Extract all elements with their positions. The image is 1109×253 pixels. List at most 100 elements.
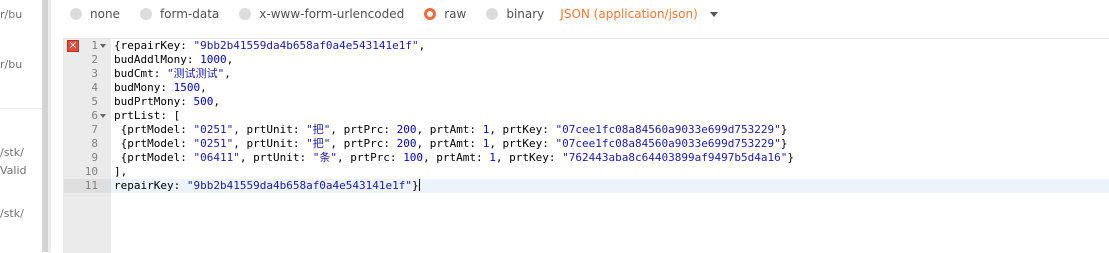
code-token: , prtKey: xyxy=(489,123,556,136)
line-number: 3 xyxy=(91,67,98,80)
code-text: budMony: 1500, xyxy=(114,81,207,95)
code-token: 1 xyxy=(489,151,496,164)
code-token: , xyxy=(418,39,426,52)
code-text: {prtModel: "0251", prtUnit: "把", prtPrc:… xyxy=(114,137,788,151)
code-line[interactable]: 8 {prtModel: "0251", prtUnit: "把", prtPr… xyxy=(64,137,1109,151)
code-text: prtList: [ xyxy=(114,109,180,123)
sidebar-fragment[interactable]: r/bu xyxy=(0,58,22,71)
code-token: 1500 xyxy=(173,81,201,94)
code-text: repairKey: "9bb2b41559da4b658af0a4e54314… xyxy=(114,179,420,193)
sidebar-divider xyxy=(0,108,42,109)
code-token: , prtAmt: xyxy=(416,137,483,150)
code-token: budCmt: xyxy=(114,67,167,80)
code-token: } xyxy=(787,151,794,164)
code-token: "9bb2b41559da4b658af0a4e543141e1f" xyxy=(186,179,413,192)
radio-binary[interactable]: binary xyxy=(486,7,544,21)
radio-none[interactable]: none xyxy=(70,7,120,21)
code-line[interactable]: 5 budPrtMony: 500, xyxy=(64,95,1109,109)
code-token: , xyxy=(200,81,207,94)
code-line[interactable]: 10], xyxy=(64,165,1109,179)
code-token: 500 xyxy=(193,95,214,108)
code-token: "条" xyxy=(312,151,337,164)
code-token: "07cee1fc08a84560a9033e699d753229" xyxy=(555,123,781,136)
code-line[interactable]: 11 repairKey: "9bb2b41559da4b658af0a4e543… xyxy=(64,179,1109,193)
code-line[interactable]: 2 budAddlMony: 1000, xyxy=(64,53,1109,67)
fold-arrow-icon[interactable] xyxy=(100,114,106,118)
code-token: 100 xyxy=(403,151,424,164)
line-number: 6 xyxy=(91,109,98,122)
code-token: {prtModel: xyxy=(114,123,194,136)
code-token: {prtModel: xyxy=(114,137,194,150)
content-type-dropdown[interactable]: JSON (application/json) xyxy=(560,7,718,21)
code-text: ], xyxy=(114,165,127,179)
sidebar-fragment[interactable]: /stk/ xyxy=(0,207,24,220)
sidebar-border xyxy=(48,0,51,252)
line-number: 7 xyxy=(91,123,98,136)
radio-label: x-www-form-urlencoded xyxy=(259,7,405,21)
code-token: "0251" xyxy=(193,137,234,150)
code-token: "把" xyxy=(306,123,331,136)
radio-label: binary xyxy=(506,7,545,21)
code-line[interactable]: 7 {prtModel: "0251", prtUnit: "把", prtPr… xyxy=(64,123,1109,137)
radio-selected-dot-icon xyxy=(424,8,437,20)
sidebar: r/bu r/bu /stk/ Valid /stk/ xyxy=(0,0,42,252)
radio-raw[interactable]: raw xyxy=(424,7,466,21)
code-token: } xyxy=(412,179,419,192)
code-token: , prtPrc: xyxy=(330,137,397,150)
code-token: , prtUnit: xyxy=(239,151,313,164)
code-text: {prtModel: "06411", prtUnit: "条", prtPrc… xyxy=(114,151,794,165)
line-number: 11 xyxy=(64,179,111,193)
code-line[interactable]: 3 budCmt: "测试测试", xyxy=(64,67,1109,81)
code-token: budMony: xyxy=(114,81,174,94)
code-token: "测试测试" xyxy=(166,67,225,80)
code-token: budAddlMony: xyxy=(114,53,201,66)
sidebar-fragment[interactable]: Valid xyxy=(0,164,27,177)
code-line[interactable]: 4 budMony: 1500, xyxy=(64,81,1109,95)
code-token: } xyxy=(780,137,788,150)
code-token: , prtKey: xyxy=(489,137,556,150)
line-number: 1 xyxy=(91,39,98,52)
sidebar-fragment[interactable]: r/bu xyxy=(0,8,22,21)
code-token: "9bb2b41559da4b658af0a4e543141e1f" xyxy=(193,39,419,52)
code-line[interactable]: × 1 {repairKey: "9bb2b41559da4b658af0a4e54… xyxy=(64,39,1109,53)
code-token: , prtKey: xyxy=(495,151,563,164)
code-text: budAddlMony: 1000, xyxy=(114,53,233,67)
line-number: 5 xyxy=(91,95,98,108)
text-cursor xyxy=(418,179,420,191)
code-token: , prtAmt: xyxy=(423,151,490,164)
code-line[interactable]: 6 prtList: [ xyxy=(64,109,1109,123)
sidebar-fragment[interactable]: /stk/ xyxy=(0,146,24,159)
code-token: } xyxy=(780,123,788,136)
code-token: budPrtMony: xyxy=(114,95,194,108)
code-editor[interactable]: × 1 {repairKey: "9bb2b41559da4b658af0a4e54… xyxy=(63,38,1109,253)
code-token: , prtAmt: xyxy=(416,123,483,136)
code-text: {repairKey: "9bb2b41559da4b658af0a4e5431… xyxy=(114,39,425,53)
code-token: , prtUnit: xyxy=(233,137,307,150)
code-lines: × 1 {repairKey: "9bb2b41559da4b658af0a4e54… xyxy=(64,39,1109,193)
code-token: , prtPrc: xyxy=(336,151,404,164)
code-token: "06411" xyxy=(193,151,240,164)
chevron-down-icon xyxy=(709,11,718,17)
code-token: "762443aba8c64403899af9497b5d4a16" xyxy=(562,151,788,164)
line-number: 4 xyxy=(91,81,98,94)
radio-x-www-form-urlencoded[interactable]: x-www-form-urlencoded xyxy=(239,7,404,21)
radio-label: form-data xyxy=(159,7,220,21)
radio-form-data[interactable]: form-data xyxy=(139,7,220,21)
code-token: 200 xyxy=(396,123,417,136)
radio-dot-icon xyxy=(70,8,82,20)
code-line[interactable]: 9 {prtModel: "06411", prtUnit: "条", prtP… xyxy=(64,151,1109,165)
code-text: budCmt: "测试测试", xyxy=(114,67,231,81)
line-number: 8 xyxy=(91,137,98,150)
code-token: , xyxy=(226,53,234,66)
line-number: 2 xyxy=(91,53,98,66)
code-token: 1000 xyxy=(200,53,227,66)
radio-label: raw xyxy=(444,7,467,21)
fold-arrow-icon[interactable] xyxy=(100,44,106,48)
code-token: , xyxy=(224,67,231,80)
code-token: "把" xyxy=(306,137,331,150)
code-token: repairKey: xyxy=(114,179,187,192)
code-text: {prtModel: "0251", prtUnit: "把", prtPrc:… xyxy=(114,123,788,137)
code-token: {repairKey: xyxy=(114,39,194,52)
code-token: prtList: [ xyxy=(114,109,181,122)
code-token: {prtModel: xyxy=(114,151,194,164)
